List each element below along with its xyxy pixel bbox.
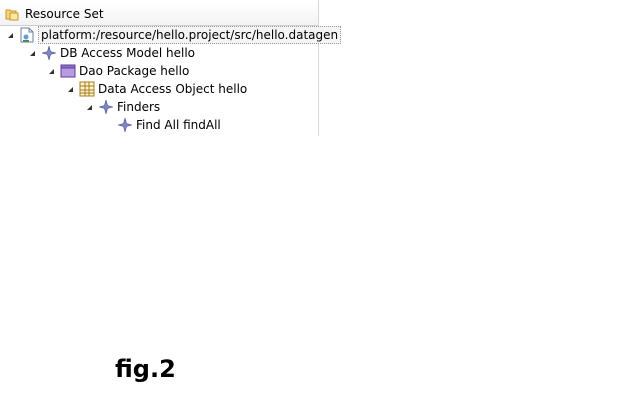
model-element-icon bbox=[117, 117, 133, 133]
tree-node-root[interactable]: platform:/resource/hello.project/src/hel… bbox=[6, 26, 342, 44]
editor-title: Resource Set bbox=[25, 7, 104, 21]
datagen-file-icon bbox=[19, 27, 35, 43]
expanded-arrow-icon[interactable] bbox=[47, 62, 56, 80]
tree-node-data-access-object[interactable]: Data Access Object hello bbox=[66, 80, 247, 98]
table-icon bbox=[79, 81, 95, 97]
expanded-arrow-icon[interactable] bbox=[85, 98, 94, 116]
package-icon bbox=[60, 63, 76, 79]
expanded-arrow-icon[interactable] bbox=[6, 26, 15, 44]
tree-node-label: platform:/resource/hello.project/src/hel… bbox=[38, 26, 342, 44]
tree-node-find-all[interactable]: Find All findAll bbox=[117, 116, 221, 134]
figure-caption: fig.2 bbox=[115, 355, 176, 383]
tree-node-label: Find All findAll bbox=[136, 118, 221, 132]
tree-node-dao-package[interactable]: Dao Package hello bbox=[47, 62, 189, 80]
tree-node-finders[interactable]: Finders bbox=[85, 98, 160, 116]
tree-node-label: Dao Package hello bbox=[79, 64, 190, 78]
model-element-icon bbox=[98, 99, 114, 115]
editor-header: Resource Set bbox=[0, 3, 318, 26]
resource-set-icon bbox=[5, 6, 21, 22]
tree-node-db-access-model[interactable]: DB Access Model hello bbox=[28, 44, 195, 62]
tree-node-label: DB Access Model hello bbox=[60, 46, 196, 60]
expanded-arrow-icon[interactable] bbox=[28, 44, 37, 62]
expanded-arrow-icon[interactable] bbox=[66, 80, 75, 98]
tree-node-label: Data Access Object hello bbox=[98, 82, 248, 96]
tree-node-label: Finders bbox=[117, 100, 161, 114]
resource-set-editor: Resource Set platform:/resource/hello.pr… bbox=[0, 0, 342, 136]
model-element-icon bbox=[41, 45, 57, 61]
